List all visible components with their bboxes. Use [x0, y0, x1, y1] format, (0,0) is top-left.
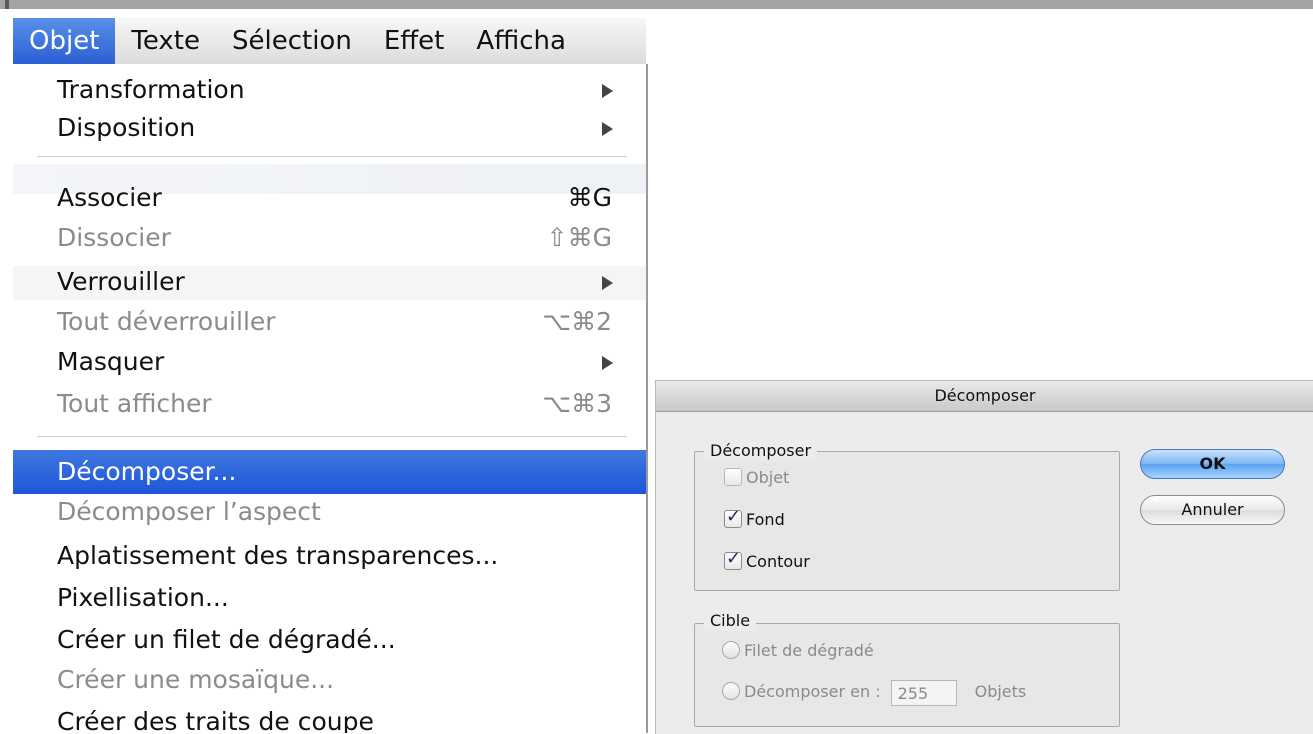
filet-degrade-radio-label: Filet de dégradé	[744, 641, 874, 660]
menu-separator	[37, 156, 627, 157]
menu-item-shortcut: ⇧⌘G	[546, 223, 612, 252]
menu-effet[interactable]: Effet	[368, 18, 461, 64]
menu-texte[interactable]: Texte	[115, 18, 216, 64]
checkbox-icon	[724, 468, 742, 486]
menu-item-label: Tout afficher	[57, 389, 212, 418]
menu-item-label: Aplatissement des transparences...	[57, 541, 499, 570]
menu-item-creer-filet-degrade[interactable]: Créer un filet de dégradé...	[13, 622, 646, 658]
menu-item-tout-afficher[interactable]: Tout afficher ⌥⌘3	[13, 386, 646, 422]
menu-item-dissocier[interactable]: Dissocier ⇧⌘G	[13, 220, 646, 256]
submenu-arrow-icon	[602, 276, 613, 290]
dialog-title: Décomposer	[656, 381, 1313, 412]
decomposer-dialog: Décomposer Décomposer Objet Fond Contour…	[655, 380, 1313, 734]
object-count-field[interactable]: 255	[890, 679, 957, 706]
menu-item-label: Créer un filet de dégradé...	[57, 625, 396, 654]
decomposer-en-radio[interactable]: Décomposer en : 255 Objets	[722, 679, 1026, 706]
menu-item-pixellisation[interactable]: Pixellisation...	[13, 580, 646, 616]
menu-item-label: Créer des traits de coupe	[57, 707, 374, 733]
contour-checkbox[interactable]: Contour	[724, 548, 810, 573]
menu-objet[interactable]: Objet	[13, 18, 116, 64]
submenu-arrow-icon	[602, 84, 613, 98]
decomposer-group-title: Décomposer	[704, 441, 818, 461]
cancel-button[interactable]: Annuler	[1140, 495, 1285, 525]
menu-item-label: Pixellisation...	[57, 583, 229, 612]
menu-item-verrouiller[interactable]: Verrouiller	[13, 264, 646, 300]
menu-item-decomposer-aspect[interactable]: Décomposer l’aspect	[13, 494, 646, 530]
objet-dropdown-menu: Transformation Disposition Associer ⌘G D…	[13, 64, 646, 733]
window-top-border	[0, 0, 1313, 9]
menu-item-tout-deverrouiller[interactable]: Tout déverrouiller ⌥⌘2	[13, 304, 646, 340]
object-count-unit: Objets	[974, 682, 1027, 701]
objet-checkbox-label: Objet	[746, 468, 790, 487]
menu-item-disposition[interactable]: Disposition	[13, 110, 646, 146]
menu-affichage[interactable]: Afficha	[460, 18, 582, 64]
menu-item-label: Décomposer...	[57, 457, 237, 486]
ok-button[interactable]: OK	[1140, 449, 1285, 479]
menu-item-label: Créer une mosaïque...	[57, 665, 335, 694]
menu-item-masquer[interactable]: Masquer	[13, 344, 646, 380]
fond-checkbox-label: Fond	[746, 510, 785, 529]
menu-item-label: Tout déverrouiller	[57, 307, 276, 336]
menu-bar: Objet Texte Sélection Effet Afficha	[13, 18, 646, 65]
menu-selection[interactable]: Sélection	[216, 18, 368, 64]
menu-item-label: Disposition	[57, 113, 196, 142]
menu-item-shortcut: ⌘G	[567, 183, 612, 212]
decomposer-en-radio-label: Décomposer en :	[744, 682, 881, 701]
radio-icon	[722, 682, 740, 700]
cible-group	[694, 623, 1120, 727]
menu-separator	[37, 436, 627, 437]
cible-group-title: Cible	[704, 611, 757, 631]
menu-item-label: Masquer	[57, 347, 165, 376]
menu-item-shortcut: ⌥⌘2	[542, 307, 612, 336]
menu-item-label: Transformation	[57, 75, 245, 104]
menu-item-label: Verrouiller	[57, 267, 185, 296]
objet-checkbox[interactable]: Objet	[724, 467, 789, 489]
menu-item-creer-mosaique[interactable]: Créer une mosaïque...	[13, 662, 646, 698]
menu-item-label: Associer	[57, 183, 162, 212]
menu-item-creer-traits-coupe[interactable]: Créer des traits de coupe	[13, 704, 646, 733]
checkbox-checked-icon	[724, 506, 742, 528]
submenu-arrow-icon	[602, 122, 613, 136]
menu-item-decomposer[interactable]: Décomposer...	[13, 450, 646, 494]
menu-item-label: Décomposer l’aspect	[57, 497, 321, 526]
submenu-arrow-icon	[602, 356, 613, 370]
fond-checkbox[interactable]: Fond	[724, 506, 785, 531]
menu-item-transformation[interactable]: Transformation	[13, 72, 646, 108]
filet-degrade-radio[interactable]: Filet de dégradé	[722, 640, 874, 662]
checkbox-checked-icon	[724, 548, 742, 570]
radio-icon	[722, 641, 740, 659]
contour-checkbox-label: Contour	[746, 552, 810, 571]
window-top-stub	[5, 0, 9, 9]
menu-item-label: Dissocier	[57, 223, 171, 252]
menu-item-shortcut: ⌥⌘3	[542, 389, 612, 418]
menu-item-associer[interactable]: Associer ⌘G	[13, 180, 646, 216]
menu-item-aplatissement-transparences[interactable]: Aplatissement des transparences...	[13, 538, 646, 574]
